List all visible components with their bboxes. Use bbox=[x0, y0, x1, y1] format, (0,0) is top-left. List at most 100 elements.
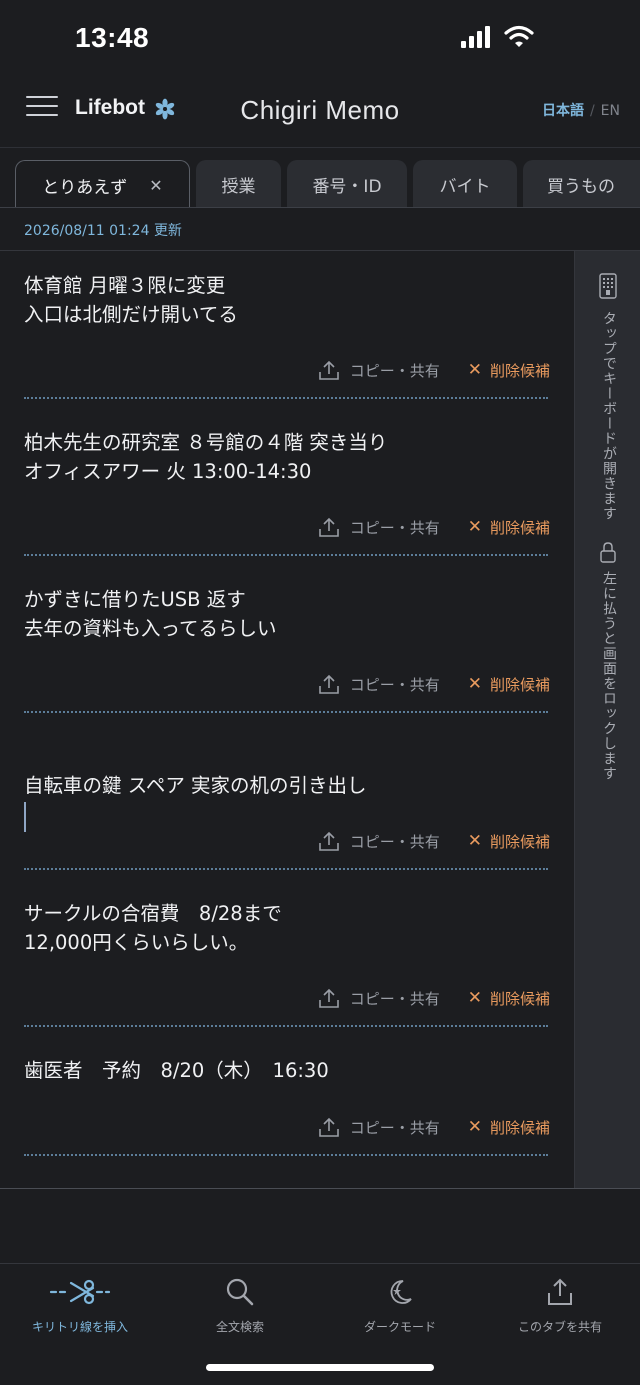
delete-x-icon: ✕ bbox=[467, 360, 482, 380]
share-tab-button[interactable]: このタブを共有 bbox=[480, 1274, 640, 1335]
status-bar: 13:48 bbox=[0, 0, 640, 78]
delete-label: 削除候補 bbox=[489, 832, 550, 851]
share-icon bbox=[318, 674, 339, 694]
insert-cut-line-button[interactable]: キリトリ線を挿入 bbox=[0, 1274, 160, 1335]
memo-item[interactable]: 歯医者 予約 8/20（木） 16:30 コピー・共有 ✕ 削除候補 bbox=[0, 1036, 574, 1166]
copy-share-button[interactable]: コピー・共有 bbox=[318, 673, 440, 695]
tab-bango-id[interactable]: 番号・ID bbox=[287, 160, 407, 207]
memo-item[interactable]: かずきに借りたUSB 返す 去年の資料も入ってるらしい コピー・共有 ✕ 削除候… bbox=[0, 565, 574, 722]
copy-share-label: コピー・共有 bbox=[349, 675, 440, 694]
tab-label: 授業 bbox=[221, 176, 256, 197]
memo-actions: コピー・共有 ✕ 削除候補 bbox=[318, 671, 550, 697]
memo-actions: コピー・共有 ✕ 削除候補 bbox=[318, 357, 550, 383]
memo-item-editing[interactable]: 自転車の鍵 スペア 実家の机の引き出し コピー・共有 ✕ 削除候補 bbox=[0, 722, 574, 879]
side-swipe-panel[interactable]: タップでキーボードが開きます 左に払うと画面をロックします bbox=[574, 251, 640, 1188]
app-title: Chigiri Memo bbox=[240, 95, 400, 125]
close-icon[interactable]: ✕ bbox=[149, 176, 162, 195]
tab-bar: とりあえず ✕ 授業 番号・ID バイト 買うもの bbox=[0, 148, 640, 208]
tab-label: とりあえず bbox=[42, 177, 128, 198]
delete-candidate-button[interactable]: ✕ 削除候補 bbox=[468, 988, 550, 1009]
memo-actions: コピー・共有 ✕ 削除候補 bbox=[318, 1114, 550, 1140]
copy-share-label: コピー・共有 bbox=[349, 832, 440, 851]
share-icon bbox=[318, 1117, 339, 1137]
memo-item[interactable]: 体育館 月曜３限に変更 入口は北側だけ開いてる コピー・共有 ✕ 削除候補 bbox=[0, 251, 574, 408]
cut-line-divider bbox=[24, 397, 548, 399]
cut-line-divider bbox=[24, 711, 548, 713]
copy-share-button[interactable]: コピー・共有 bbox=[318, 987, 440, 1009]
delete-x-icon: ✕ bbox=[467, 988, 482, 1008]
memo-actions: コピー・共有 ✕ 削除候補 bbox=[318, 985, 550, 1011]
copy-share-button[interactable]: コピー・共有 bbox=[318, 1116, 440, 1138]
delete-candidate-button[interactable]: ✕ 削除候補 bbox=[468, 517, 550, 538]
signal-wifi-icon bbox=[461, 25, 534, 48]
cut-line-divider bbox=[24, 1025, 548, 1027]
status-time: 13:48 bbox=[75, 22, 150, 53]
copy-share-label: コピー・共有 bbox=[349, 361, 440, 380]
search-icon bbox=[226, 1278, 254, 1306]
tab-label: バイト bbox=[439, 176, 491, 197]
cut-line-divider bbox=[24, 868, 548, 870]
tab-kaumono[interactable]: 買うもの bbox=[523, 160, 640, 207]
language-switch: 日本語 / EN bbox=[542, 100, 620, 120]
tab-label: 買うもの bbox=[547, 176, 615, 197]
updated-timestamp: 2026/08/11 01:24 更新 bbox=[24, 223, 182, 239]
full-text-search-button[interactable]: 全文検索 bbox=[160, 1274, 320, 1335]
delete-label: 削除候補 bbox=[489, 675, 550, 694]
memo-list: 体育館 月曜３限に変更 入口は北側だけ開いてる コピー・共有 ✕ 削除候補 柏木… bbox=[0, 251, 574, 1188]
copy-share-label: コピー・共有 bbox=[349, 1118, 440, 1137]
share-icon bbox=[318, 517, 339, 537]
delete-x-icon: ✕ bbox=[467, 1117, 482, 1137]
lang-en-button[interactable]: EN bbox=[601, 103, 620, 119]
memo-text[interactable]: 体育館 月曜３限に変更 入口は北側だけ開いてる bbox=[24, 271, 544, 329]
keyboard-icon bbox=[599, 273, 617, 299]
lang-ja-button[interactable]: 日本語 bbox=[542, 103, 584, 119]
memo-text[interactable]: 柏木先生の研究室 ８号館の４階 突き当り オフィスアワー 火 13:00-14:… bbox=[24, 428, 544, 486]
memo-actions: コピー・共有 ✕ 削除候補 bbox=[318, 514, 550, 540]
lock-hint: 左に払うと画面をロックします bbox=[601, 571, 617, 781]
status-icons bbox=[460, 24, 540, 50]
tab-baito[interactable]: バイト bbox=[413, 160, 517, 207]
delete-label: 削除候補 bbox=[489, 518, 550, 537]
share-icon bbox=[318, 831, 339, 851]
lang-separator: / bbox=[589, 103, 595, 119]
keyboard-hint: タップでキーボードが開きます bbox=[601, 311, 617, 521]
share-tab-label: このタブを共有 bbox=[517, 1320, 602, 1334]
memo-text[interactable]: 歯医者 予約 8/20（木） 16:30 bbox=[24, 1056, 544, 1085]
tab-toriaezu[interactable]: とりあえず ✕ bbox=[15, 160, 190, 207]
scissors-cut-line-icon bbox=[49, 1279, 111, 1305]
delete-candidate-button[interactable]: ✕ 削除候補 bbox=[468, 1117, 550, 1138]
copy-share-button[interactable]: コピー・共有 bbox=[318, 359, 440, 381]
delete-candidate-button[interactable]: ✕ 削除候補 bbox=[468, 674, 550, 695]
flower-logo-icon bbox=[155, 98, 175, 120]
memo-text[interactable]: サークルの合宿費 8/28まで 12,000円くらいらしい。 bbox=[24, 899, 544, 957]
app-header: Lifebot Chigiri Memo 日本語 / EN bbox=[0, 78, 640, 148]
cut-line-divider bbox=[24, 554, 548, 556]
delete-x-icon: ✕ bbox=[467, 674, 482, 694]
memo-item[interactable]: サークルの合宿費 8/28まで 12,000円くらいらしい。 コピー・共有 ✕ … bbox=[0, 879, 574, 1036]
dark-mode-button[interactable]: ダークモード bbox=[320, 1274, 480, 1335]
copy-share-button[interactable]: コピー・共有 bbox=[318, 830, 440, 852]
tab-label: 番号・ID bbox=[312, 176, 382, 197]
lock-icon bbox=[600, 542, 616, 563]
memo-actions: コピー・共有 ✕ 削除候補 bbox=[318, 828, 550, 854]
share-icon bbox=[318, 988, 339, 1008]
search-label: 全文検索 bbox=[215, 1320, 264, 1334]
tab-jugyo[interactable]: 授業 bbox=[196, 160, 281, 207]
delete-candidate-button[interactable]: ✕ 削除候補 bbox=[468, 831, 550, 852]
delete-x-icon: ✕ bbox=[467, 517, 482, 537]
dark-mode-label: ダークモード bbox=[363, 1320, 436, 1334]
copy-share-label: コピー・共有 bbox=[349, 518, 440, 537]
delete-label: 削除候補 bbox=[489, 361, 550, 380]
divider bbox=[0, 1188, 640, 1189]
delete-x-icon: ✕ bbox=[467, 831, 482, 851]
delete-label: 削除候補 bbox=[489, 989, 550, 1008]
moon-star-icon bbox=[390, 1280, 412, 1304]
memo-item[interactable]: 柏木先生の研究室 ８号館の４階 突き当り オフィスアワー 火 13:00-14:… bbox=[0, 408, 574, 565]
home-indicator[interactable] bbox=[206, 1364, 434, 1371]
delete-candidate-button[interactable]: ✕ 削除候補 bbox=[468, 360, 550, 381]
copy-share-button[interactable]: コピー・共有 bbox=[318, 516, 440, 538]
delete-label: 削除候補 bbox=[489, 1118, 550, 1137]
memo-text[interactable]: かずきに借りたUSB 返す 去年の資料も入ってるらしい bbox=[24, 585, 544, 643]
menu-icon[interactable] bbox=[26, 96, 58, 120]
brand-name: Lifebot bbox=[75, 96, 145, 119]
